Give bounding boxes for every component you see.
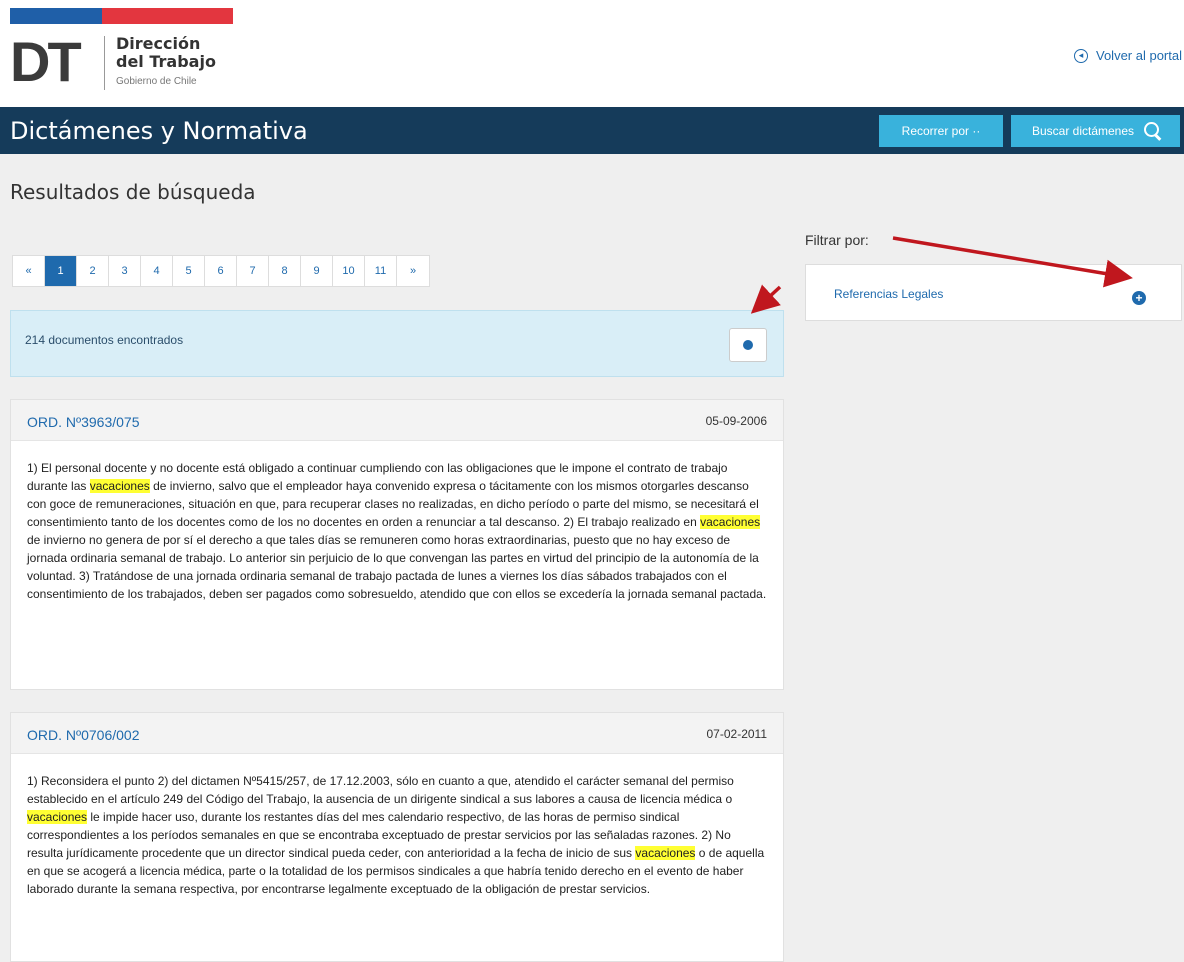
document-card: ORD. Nº3963/075 05-09-2006 1) El persona… — [10, 399, 784, 690]
filter-panel: Referencias Legales + — [805, 264, 1182, 321]
document-date: 07-02-2011 — [706, 727, 768, 741]
gear-icon — [743, 340, 753, 350]
logo-org-line1: Dirección — [116, 34, 201, 53]
pagination-prev[interactable]: « — [13, 256, 45, 286]
document-card: ORD. Nº0706/002 07-02-2011 1) Reconsider… — [10, 712, 784, 962]
search-term-highlight: vacaciones — [27, 810, 88, 824]
pagination-page-1[interactable]: 1 — [45, 256, 77, 286]
flag-red-band — [102, 8, 233, 24]
pagination-page-2[interactable]: 2 — [77, 256, 109, 286]
document-summary: 1) Reconsidera el punto 2) del dictamen … — [11, 754, 783, 914]
pagination-page-4[interactable]: 4 — [141, 256, 173, 286]
document-card-header: ORD. Nº0706/002 07-02-2011 — [11, 713, 783, 754]
pagination-page-3[interactable]: 3 — [109, 256, 141, 286]
document-summary: 1) El personal docente y no docente está… — [11, 441, 783, 619]
pagination-page-6[interactable]: 6 — [205, 256, 237, 286]
expand-plus-icon[interactable]: + — [1132, 291, 1146, 305]
pagination-next[interactable]: » — [397, 256, 429, 286]
document-title-link[interactable]: ORD. Nº0706/002 — [27, 727, 140, 743]
document-date: 05-09-2006 — [705, 414, 767, 428]
page-title: Resultados de búsqueda — [10, 180, 256, 204]
logo-divider — [104, 36, 105, 90]
document-title-link[interactable]: ORD. Nº3963/075 — [27, 414, 140, 430]
back-to-portal-link[interactable]: ◂ Volver al portal — [1074, 48, 1184, 63]
buscar-dictamenes-button[interactable]: Buscar dictámenes — [1011, 115, 1180, 147]
annotation-arrow-settings — [750, 284, 782, 314]
buscar-dictamenes-label: Buscar dictámenes — [1031, 124, 1135, 138]
dt-logo: DT — [10, 30, 82, 93]
results-summary: 214 documentos encontrados — [10, 310, 784, 377]
search-term-highlight: vacaciones — [635, 846, 696, 860]
search-icon — [1144, 121, 1160, 137]
chile-flag-stripe — [10, 8, 233, 24]
logo-org-line3: Gobierno de Chile — [116, 76, 197, 87]
document-card-header: ORD. Nº3963/075 05-09-2006 — [11, 400, 783, 441]
pagination-page-9[interactable]: 9 — [301, 256, 333, 286]
search-term-highlight: vacaciones — [89, 479, 150, 493]
pagination-page-5[interactable]: 5 — [173, 256, 205, 286]
section-navbar: Dictámenes y Normativa Recorrer por ·· B… — [0, 107, 1184, 154]
logo-org-line2: del Trabajo — [116, 52, 216, 71]
section-title: Dictámenes y Normativa — [10, 117, 308, 145]
pagination-page-8[interactable]: 8 — [269, 256, 301, 286]
back-arrow-icon: ◂ — [1074, 48, 1088, 63]
recorrer-por-label: Recorrer por ·· — [901, 124, 981, 138]
flag-blue-band — [10, 8, 102, 24]
pagination-page-10[interactable]: 10 — [333, 256, 365, 286]
pagination: « 1 2 3 4 5 6 7 8 9 10 11 » — [12, 255, 430, 287]
site-header: DT Dirección del Trabajo Gobierno de Chi… — [0, 0, 1184, 107]
filter-referencias-legales[interactable]: Referencias Legales — [834, 287, 943, 301]
summary-text: de invierno no genera de por sí el derec… — [27, 533, 767, 601]
search-term-highlight: vacaciones — [700, 515, 761, 529]
recorrer-por-button[interactable]: Recorrer por ·· — [879, 115, 1003, 147]
pagination-page-7[interactable]: 7 — [237, 256, 269, 286]
pagination-page-11[interactable]: 11 — [365, 256, 397, 286]
summary-text: 1) Reconsidera el punto 2) del dictamen … — [27, 774, 734, 806]
filter-heading: Filtrar por: — [805, 232, 869, 248]
results-count: 214 documentos encontrados — [25, 333, 184, 347]
summary-text: le impide hacer uso, durante los restant… — [27, 810, 731, 860]
back-to-portal-label: Volver al portal — [1096, 48, 1182, 63]
settings-button[interactable] — [729, 328, 767, 362]
